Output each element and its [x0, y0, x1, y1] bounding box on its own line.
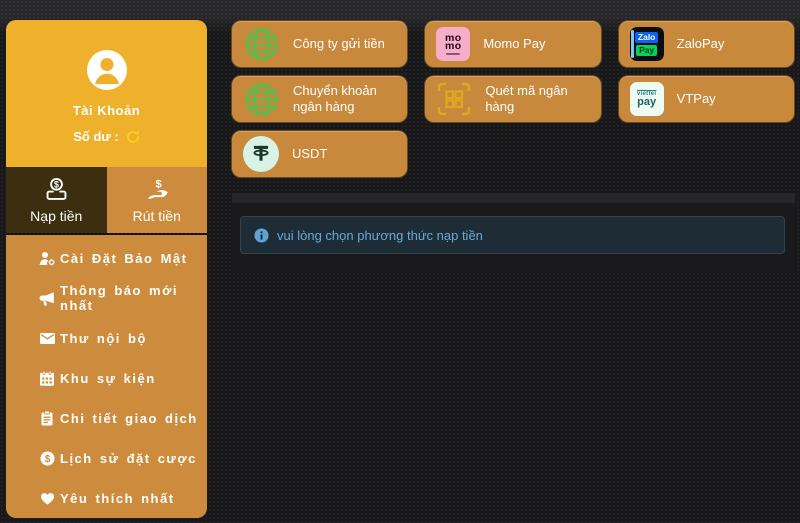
zalo-pay-logo-text: Pay: [636, 45, 657, 56]
tab-withdraw-label: Rút tiền: [133, 208, 181, 224]
globe-icon: [243, 81, 280, 118]
pay-method-company-transfer[interactable]: Công ty gửi tiền: [231, 20, 408, 68]
zalopay-logo-icon: Zalo Pay: [630, 27, 664, 61]
megaphone-icon: [39, 291, 55, 306]
tab-withdraw[interactable]: $ Rút tiền: [107, 167, 208, 233]
svg-text:$: $: [156, 178, 163, 190]
viettel-pay-logo-text: pay: [637, 97, 656, 108]
pay-method-vtpay[interactable]: viettel pay VTPay: [618, 75, 795, 123]
menu-label: Lịch sử đặt cược: [60, 451, 197, 466]
menu-label: Cài Đặt Bảo Mật: [60, 251, 187, 266]
usdt-logo-icon: [243, 136, 279, 172]
tab-deposit-label: Nạp tiền: [30, 208, 82, 224]
svg-text:$: $: [54, 179, 59, 189]
vtpay-logo-icon: viettel pay: [630, 82, 664, 116]
sidebar-item-inbox[interactable]: Thư nội bộ: [6, 318, 207, 358]
pay-method-momo[interactable]: mo mo Momo Pay: [424, 20, 601, 68]
clipboard-icon: [39, 411, 55, 426]
menu-label: Chi tiết giao dịch: [60, 411, 198, 426]
balance-row: Số dư :: [6, 129, 207, 144]
withdraw-icon: $: [144, 177, 169, 202]
globe-icon: [243, 26, 280, 63]
payment-method-label: Momo Pay: [483, 36, 545, 52]
avatar: [87, 50, 127, 90]
account-title: Tài Khoản: [6, 103, 207, 118]
user-icon: [87, 50, 127, 90]
menu-label: Khu sự kiện: [60, 371, 156, 386]
payment-method-label: VTPay: [677, 91, 716, 107]
payment-method-label: USDT: [292, 146, 327, 162]
menu-label: Thông báo mới nhất: [60, 283, 207, 313]
envelope-icon: [39, 333, 55, 344]
payment-method-label: Quét mã ngân hàng: [485, 83, 594, 116]
sidebar-item-bet-history[interactable]: $ Lịch sử đặt cược: [6, 438, 207, 478]
calendar-icon: [39, 371, 55, 386]
dollar-circle-icon: $: [39, 451, 55, 466]
page: Tài Khoản Số dư : $: [0, 0, 800, 523]
pay-method-zalopay[interactable]: Zalo Pay ZaloPay: [618, 20, 795, 68]
payment-method-label: Chuyển khoản ngân hàng: [293, 83, 401, 116]
payment-method-label: Công ty gửi tiền: [293, 36, 385, 52]
sidebar: Tài Khoản Số dư : $: [6, 20, 207, 518]
account-panel: Tài Khoản Số dư :: [6, 20, 207, 167]
user-gear-icon: [39, 251, 55, 266]
pay-method-bank-transfer[interactable]: Chuyển khoản ngân hàng: [231, 75, 408, 123]
menu-label: Thư nội bộ: [60, 331, 147, 346]
content-panel: vui lòng chọn phương thức nạp tiền: [232, 193, 795, 273]
account-tabs: $ Nạp tiền $ Rút tiền: [6, 167, 207, 235]
tab-deposit[interactable]: $ Nạp tiền: [6, 167, 107, 233]
deposit-icon: $: [44, 177, 69, 202]
sidebar-menu: Cài Đặt Bảo Mật Thông báo mới nhất: [6, 235, 207, 518]
momo-logo-text: mo: [445, 42, 462, 51]
momo-logo-icon: mo mo: [436, 27, 470, 61]
sidebar-item-transactions[interactable]: Chi tiết giao dịch: [6, 398, 207, 438]
sidebar-item-security[interactable]: Cài Đặt Bảo Mật: [6, 238, 207, 278]
zalo-logo-text: Zalo: [635, 32, 658, 43]
sidebar-item-notifications[interactable]: Thông báo mới nhất: [6, 278, 207, 318]
momo-logo-caption: [446, 53, 460, 55]
payment-method-label: ZaloPay: [677, 36, 725, 52]
balance-label: Số dư :: [73, 129, 119, 144]
alert-message: vui lòng chọn phương thức nạp tiền: [277, 228, 483, 243]
sidebar-item-favorites[interactable]: Yêu thích nhất: [6, 478, 207, 518]
refresh-icon[interactable]: [126, 130, 140, 144]
info-icon: [254, 228, 269, 243]
heart-icon: [39, 492, 55, 505]
menu-label: Yêu thích nhất: [60, 491, 175, 506]
pay-method-bank-qr[interactable]: Quét mã ngân hàng: [424, 75, 601, 123]
qr-icon: [436, 81, 472, 117]
pay-method-usdt[interactable]: USDT: [231, 130, 408, 178]
svg-text:$: $: [44, 454, 50, 465]
info-alert: vui lòng chọn phương thức nạp tiền: [240, 216, 785, 254]
payment-methods: Công ty gửi tiền mo mo Momo Pay Zalo Pay…: [231, 20, 795, 178]
sidebar-item-events[interactable]: Khu sự kiện: [6, 358, 207, 398]
